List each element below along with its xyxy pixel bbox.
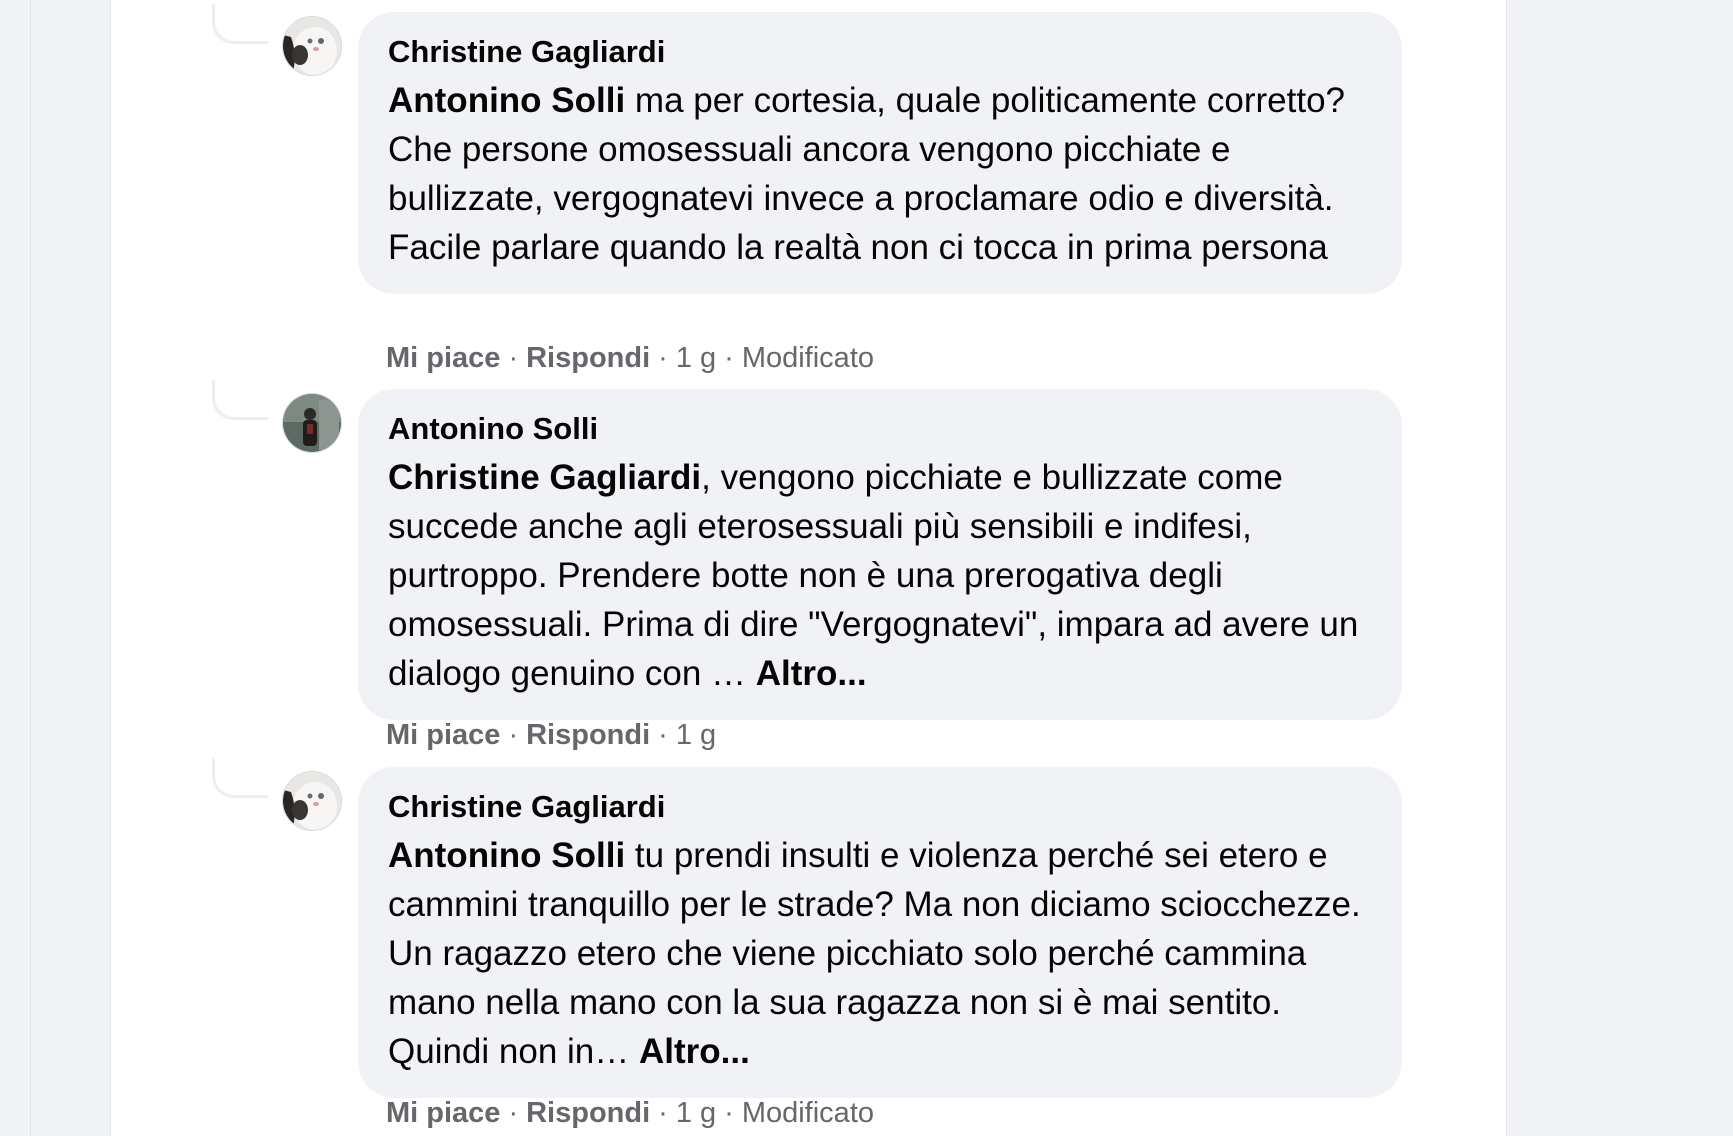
separator: · [724, 1097, 734, 1129]
like-button[interactable]: Mi piace [386, 342, 500, 374]
mention-link[interactable]: Antonino Solli [388, 81, 625, 120]
separator: · [508, 719, 519, 751]
left-gutter [0, 0, 110, 1136]
avatar-cat-image [283, 17, 341, 75]
mention-link[interactable]: Christine Gagliardi [388, 458, 701, 497]
see-more-link[interactable]: Altro... [756, 654, 867, 693]
left-gutter-divider [30, 0, 31, 1136]
see-more-link[interactable]: Altro... [639, 1032, 750, 1071]
mention-link[interactable]: Antonino Solli [388, 836, 625, 875]
comment-text: Antonino Solli tu prendi insulti e viole… [388, 831, 1372, 1076]
like-button[interactable]: Mi piace [386, 1097, 500, 1129]
avatar-person-image [283, 394, 341, 452]
comment-author[interactable]: Antonino Solli [388, 409, 1372, 449]
separator: · [658, 719, 668, 751]
comment-actions: Mi piace · Rispondi · 1 g · Modificato [386, 1093, 874, 1133]
comment-text: Antonino Solli ma per cortesia, quale po… [388, 76, 1372, 272]
reply-button[interactable]: Rispondi [526, 719, 650, 751]
separator: · [508, 342, 519, 374]
comment-actions: Mi piace · Rispondi · 1 g · Modificato [386, 338, 874, 378]
thread-connector [212, 758, 268, 798]
comment-time[interactable]: 1 g [676, 719, 716, 751]
edited-label: Modificato [741, 342, 874, 374]
thread-connector [212, 380, 268, 420]
separator: · [508, 1097, 519, 1129]
comment-author[interactable]: Christine Gagliardi [388, 32, 1372, 72]
thread-connector [212, 4, 268, 44]
comment-bubble: Antonino Solli Christine Gagliardi, veng… [358, 389, 1402, 720]
comment-text: Christine Gagliardi, vengono picchiate e… [388, 453, 1372, 698]
reply-button[interactable]: Rispondi [526, 1097, 650, 1129]
avatar[interactable] [282, 771, 342, 831]
comment-author[interactable]: Christine Gagliardi [388, 787, 1372, 827]
like-button[interactable]: Mi piace [386, 719, 500, 751]
avatar[interactable] [282, 393, 342, 453]
separator: · [724, 342, 734, 374]
comment-bubble: Christine Gagliardi Antonino Solli ma pe… [358, 12, 1402, 294]
separator: · [658, 1097, 668, 1129]
avatar[interactable] [282, 16, 342, 76]
comment-actions: Mi piace · Rispondi · 1 g [386, 715, 716, 755]
edited-label: Modificato [741, 1097, 874, 1129]
comment-bubble: Christine Gagliardi Antonino Solli tu pr… [358, 767, 1402, 1098]
reply-button[interactable]: Rispondi [526, 342, 650, 374]
avatar-cat-image [283, 772, 341, 830]
comment-time[interactable]: 1 g [676, 1097, 716, 1129]
separator: · [658, 342, 668, 374]
comment-time[interactable]: 1 g [676, 342, 716, 374]
